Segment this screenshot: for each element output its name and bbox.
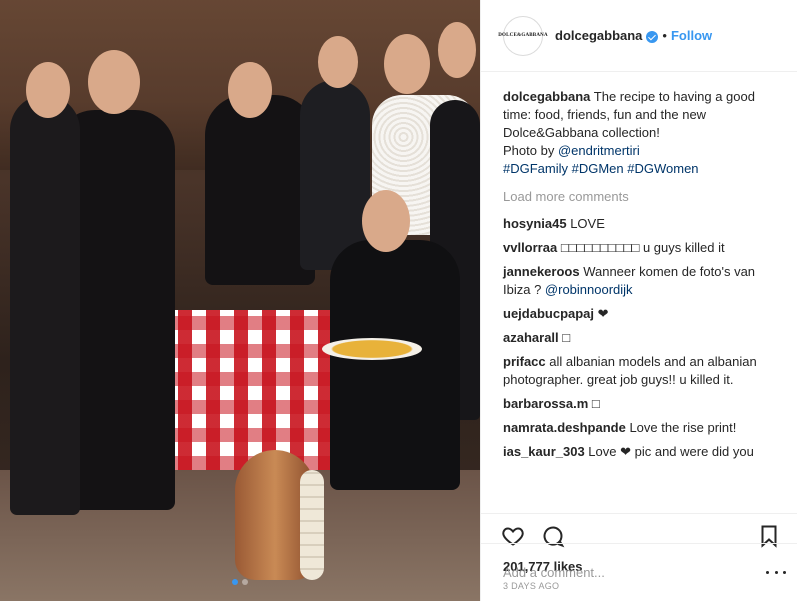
comment-mention-link[interactable]: @robinnoordijk: [545, 282, 633, 297]
spaghetti-plate: [322, 338, 422, 360]
comment-username[interactable]: hosynia45: [503, 216, 567, 231]
comment-text: □□□□□□□□□□ u guys killed it: [557, 240, 725, 255]
avatar[interactable]: DOLCE&GABBANA: [498, 15, 548, 56]
comment-item: vvllorraa □□□□□□□□□□ u guys killed it: [503, 239, 777, 257]
post-caption: dolcegabbana The recipe to having a good…: [503, 88, 777, 178]
carousel-indicator: [0, 579, 480, 585]
comment-username[interactable]: ias_kaur_303: [503, 444, 585, 459]
comment-username[interactable]: jannekeroos: [503, 264, 580, 279]
comment-item: prifacc all albanian models and an alban…: [503, 353, 777, 389]
header-username[interactable]: dolcegabbana: [555, 28, 642, 43]
comment-text: LOVE: [566, 216, 605, 231]
model-face: [228, 62, 272, 118]
avatar-logo-text: DOLCE&GABBANA: [498, 33, 548, 38]
carousel-dot[interactable]: [242, 579, 248, 585]
model-figure: [205, 95, 315, 285]
caption-username[interactable]: dolcegabbana: [503, 89, 590, 104]
comment-text: ❤: [594, 306, 609, 321]
comment-item: uejdabucpapaj ❤: [503, 305, 777, 323]
model-figure: [10, 95, 80, 515]
comment-text: Love ❤ pic and were did you: [584, 444, 754, 459]
model-face: [362, 190, 410, 252]
caption-hashtags[interactable]: #DGFamily #DGMen #DGWomen: [503, 161, 699, 176]
comment-username[interactable]: barbarossa.m: [503, 396, 588, 411]
load-more-comments-button[interactable]: Load more comments: [503, 188, 777, 206]
post-side-panel: DOLCE&GABBANA dolcegabbana • Follow dolc…: [480, 0, 797, 601]
post-photo[interactable]: [0, 0, 480, 601]
comment-item: ias_kaur_303 Love ❤ pic and were did you: [503, 443, 777, 461]
more-options-icon[interactable]: [766, 566, 786, 580]
comment-item: namrata.deshpande Love the rise print!: [503, 419, 777, 437]
post-header: DOLCE&GABBANA dolcegabbana • Follow: [481, 0, 797, 72]
model-face: [318, 36, 358, 88]
comment-text: Love the rise print!: [625, 420, 737, 435]
model-figure: [330, 240, 460, 490]
verified-badge-icon: [646, 30, 659, 43]
comment-username[interactable]: uejdabucpapaj: [503, 306, 594, 321]
add-comment-input[interactable]: [503, 565, 766, 580]
comment-username[interactable]: azaharall: [503, 330, 559, 345]
comment-item: hosynia45 LOVE: [503, 215, 777, 233]
model-face: [438, 22, 476, 78]
model-face: [88, 50, 140, 114]
add-comment-bar: [481, 543, 797, 601]
caption-photographer-link[interactable]: @endritmertiri: [558, 143, 640, 158]
caption-photo-by: Photo by: [503, 143, 558, 158]
comment-username[interactable]: vvllorraa: [503, 240, 557, 255]
model-face: [26, 62, 70, 118]
header-separator: •: [662, 28, 667, 43]
follow-button[interactable]: Follow: [671, 28, 712, 43]
comment-item: azaharall □: [503, 329, 777, 347]
instagram-post: DOLCE&GABBANA dolcegabbana • Follow dolc…: [0, 0, 797, 601]
comment-username[interactable]: namrata.deshpande: [503, 420, 626, 435]
comments-list: dolcegabbana The recipe to having a good…: [481, 72, 797, 513]
carousel-dot-active[interactable]: [232, 579, 238, 585]
comment-item: barbarossa.m □: [503, 395, 777, 413]
comment-text: □: [558, 330, 571, 345]
comment-text: □: [588, 396, 600, 411]
comment-item: jannekeroos Wanneer komen de foto's van …: [503, 263, 777, 299]
model-face: [384, 34, 430, 94]
comment-username[interactable]: prifacc: [503, 354, 546, 369]
garlic-braid: [300, 470, 324, 580]
